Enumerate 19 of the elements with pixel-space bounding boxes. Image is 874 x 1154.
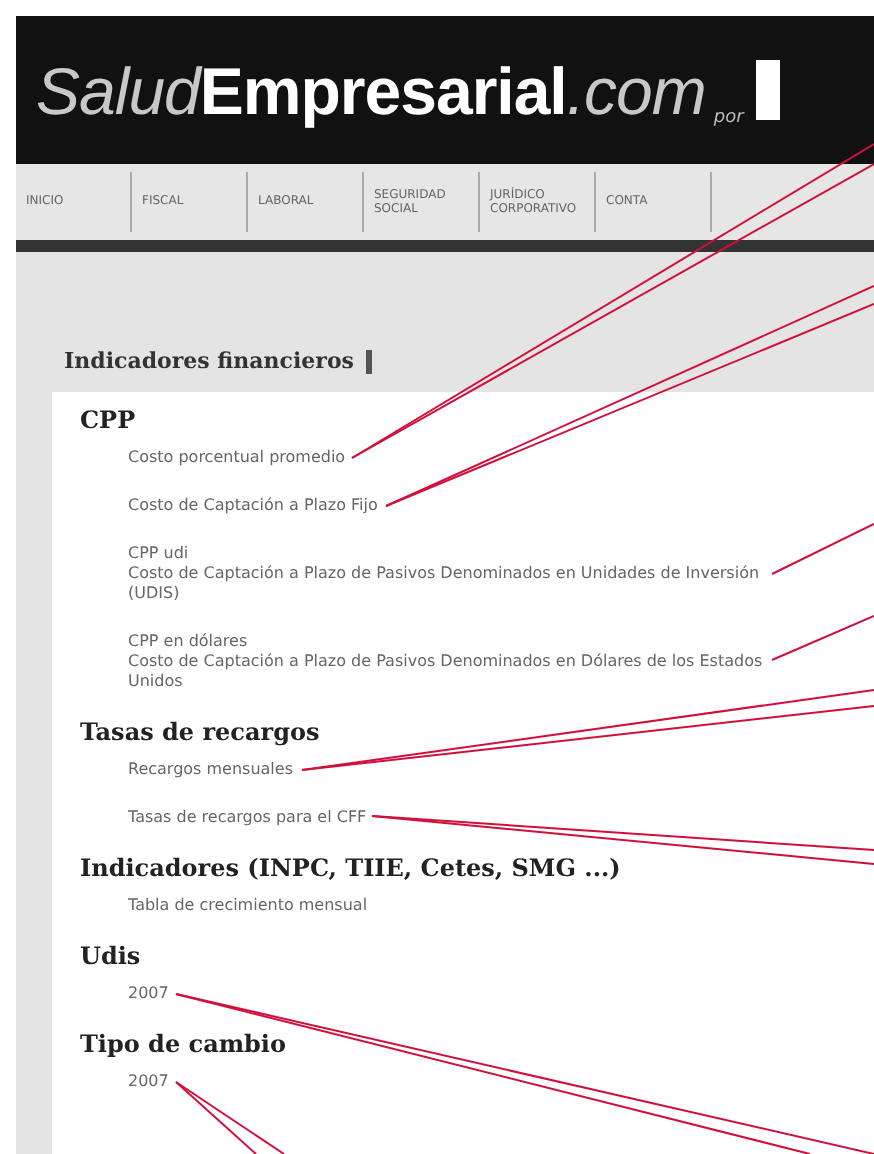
section-title: Indicadores financieros bbox=[64, 345, 355, 378]
indicator-description: Costo de Captación a Plazo de Pasivos Denominados en Dólares de los Estados Unidos bbox=[128, 652, 765, 692]
indicator-link[interactable]: Tabla de crecimiento mensual bbox=[128, 896, 794, 916]
group-heading: Indicadores (INPC, TIIE, Cetes, SMG ...) bbox=[80, 852, 623, 886]
indicator-link[interactable]: Tasas de recargos para el CFF bbox=[128, 808, 794, 828]
indicator-link[interactable]: 2007 bbox=[128, 1072, 794, 1092]
indicator-link[interactable]: Costo de Captación a Plazo Fijo bbox=[128, 496, 794, 516]
indicator-link[interactable]: Costo porcentual promedio bbox=[128, 448, 794, 468]
indicator-link[interactable]: CPP udi bbox=[128, 544, 794, 564]
indicator-link[interactable]: CPP en dólares bbox=[128, 632, 794, 652]
by-label: por bbox=[713, 105, 744, 131]
group-heading: Tasas de recargos bbox=[80, 716, 322, 750]
indicator-description: Costo de Captación a Plazo de Pasivos Denominados en Unidades de Inversión (UDIS) bbox=[128, 564, 762, 604]
group-heading: Tipo de cambio bbox=[80, 1028, 288, 1062]
indicator-link[interactable]: Recargos mensuales bbox=[128, 760, 794, 780]
indicator-link[interactable]: 2007 bbox=[128, 984, 794, 1004]
group-heading: CPP bbox=[80, 404, 138, 438]
site-logo[interactable]: SaludEmpresarial.com bbox=[36, 57, 706, 123]
group-heading: Udis bbox=[80, 940, 143, 974]
